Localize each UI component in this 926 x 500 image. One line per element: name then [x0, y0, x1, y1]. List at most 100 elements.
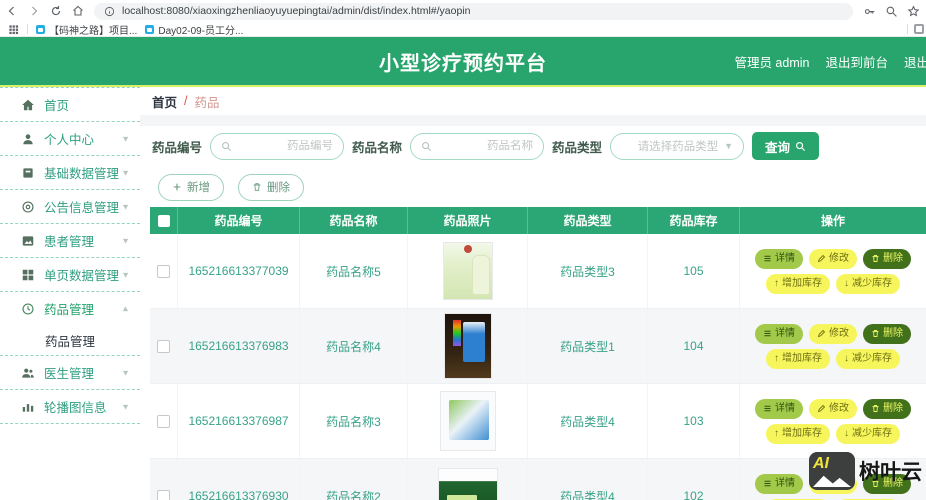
row-checkbox[interactable] — [157, 339, 170, 353]
row-checkbox[interactable] — [157, 489, 170, 500]
row-delete-button[interactable]: 删除 — [863, 398, 911, 419]
product-photo[interactable] — [443, 313, 492, 379]
cell-medicine-id: 165216613376983 — [178, 309, 300, 383]
sidebar-subitem-medicine-management[interactable]: 药品管理 — [0, 325, 140, 355]
row-delete-button[interactable]: 删除 — [863, 323, 911, 344]
watermark-ai-text: AI — [813, 455, 829, 472]
col-header-ops: 操作 — [820, 214, 845, 228]
sidebar-subitem-label: 药品管理 — [45, 334, 96, 349]
edit-button[interactable]: 修改 — [809, 398, 857, 419]
sidebar-item-announcements[interactable]: 公告信息管理 ▼ — [0, 190, 140, 223]
mountain-shape — [813, 475, 851, 487]
url-bar[interactable]: localhost:8080/xiaoxingzhenliaoyuyueping… — [94, 2, 853, 20]
breadcrumb-home[interactable]: 首页 — [152, 92, 177, 111]
sidebar-item-carousel-info[interactable]: 轮播图信息 ▼ — [0, 390, 140, 423]
reduce-stock-label: 减少库存 — [852, 427, 892, 439]
pencil-icon — [817, 404, 826, 413]
reduce-stock-button[interactable]: ↓减少库存 — [836, 423, 900, 444]
add-stock-button[interactable]: ↑增加库存 — [766, 273, 830, 294]
detail-button[interactable]: 详情 — [755, 323, 803, 344]
table-header-row: 药品编号 药品名称 药品照片 药品类型 药品库存 操作 — [150, 207, 926, 234]
table-row: 165216613376983 药品名称4 药品类型1 104 详情 修改 删除… — [150, 309, 926, 384]
trash-icon — [872, 255, 879, 262]
sidebar-item-patients[interactable]: 患者管理 ▼ — [0, 224, 140, 257]
edit-button[interactable]: 修改 — [809, 248, 857, 269]
cell-medicine-name: 药品名称4 — [300, 309, 408, 383]
sidebar-item-medicine-management[interactable]: 药品管理 ▼ — [0, 292, 140, 325]
edit-label: 修改 — [829, 252, 849, 264]
chevron-down-icon: ▼ — [121, 134, 130, 143]
sidebar-item-label: 单页数据管理 — [44, 269, 120, 283]
bookmark-star-icon[interactable] — [907, 4, 920, 18]
query-button[interactable]: 查询 — [752, 132, 820, 160]
zoom-icon[interactable] — [885, 5, 898, 18]
cell-medicine-type: 药品类型4 — [528, 459, 648, 500]
medicine-id-input[interactable] — [232, 140, 334, 152]
add-stock-button[interactable]: ↑增加库存 — [766, 423, 830, 444]
edit-label: 修改 — [829, 402, 849, 414]
cell-medicine-stock: 104 — [648, 309, 740, 383]
detail-button[interactable]: 详情 — [755, 398, 803, 419]
arrow-up-icon: ↑ — [774, 352, 779, 364]
refresh-icon[interactable] — [50, 5, 62, 17]
cell-medicine-id: 165216613376930 — [178, 459, 300, 500]
cell-actions: 详情 修改 删除 ↑增加库存 ↓减少库存 — [740, 309, 926, 383]
row-delete-button[interactable]: 删除 — [863, 248, 911, 269]
side-panel-icon[interactable] — [914, 24, 924, 34]
home-icon[interactable] — [72, 5, 84, 17]
medicine-type-label: 药品类型 — [552, 140, 603, 155]
chevron-down-icon: ▼ — [121, 236, 130, 245]
sidebar-item-label: 轮播图信息 — [44, 401, 107, 415]
password-key-icon[interactable] — [863, 5, 876, 18]
product-photo[interactable] — [439, 391, 496, 451]
cell-medicine-type: 药品类型4 — [528, 384, 648, 458]
sidebar-item-base-data[interactable]: 基础数据管理 ▼ — [0, 156, 140, 189]
select-all-checkbox[interactable] — [157, 214, 170, 227]
detail-label: 详情 — [775, 327, 795, 339]
logout-link[interactable]: 退出登录 — [904, 52, 926, 71]
divider — [0, 223, 140, 224]
bookmark-item[interactable]: 【码神之路】项目... — [36, 22, 137, 37]
medicine-type-select[interactable]: 请选择药品类型 ▼ — [610, 132, 745, 160]
detail-button[interactable]: 详情 — [755, 473, 803, 494]
medicine-name-input[interactable] — [432, 140, 534, 152]
sidebar-item-home[interactable]: 首页 — [0, 88, 140, 121]
info-icon[interactable] — [104, 6, 115, 17]
product-photo[interactable] — [442, 242, 493, 300]
reduce-stock-button[interactable]: ↓减少库存 — [836, 273, 900, 294]
medicine-id-input-wrap — [210, 132, 345, 160]
exit-to-front-link[interactable]: 退出到前台 — [825, 52, 888, 71]
list-icon — [764, 405, 771, 412]
admin-user-label[interactable]: 管理员 admin — [734, 52, 809, 71]
sidebar-item-personal-center[interactable]: 个人中心 ▼ — [0, 122, 140, 155]
edit-button[interactable]: 修改 — [809, 323, 857, 344]
col-header-id: 药品编号 — [178, 207, 300, 234]
product-photo[interactable] — [437, 468, 498, 500]
add-button[interactable]: 新增 — [158, 173, 224, 201]
detail-button[interactable]: 详情 — [755, 248, 803, 269]
detail-label: 详情 — [775, 477, 795, 489]
row-delete-label: 删除 — [883, 252, 903, 264]
sidebar-item-doctor-management[interactable]: 医生管理 ▼ — [0, 356, 140, 389]
add-stock-button[interactable]: ↑增加库存 — [766, 348, 830, 369]
arrow-down-icon: ↓ — [844, 427, 849, 439]
message-circle-icon — [20, 199, 35, 214]
row-checkbox[interactable] — [157, 414, 170, 428]
forward-icon[interactable] — [28, 5, 40, 17]
row-checkbox[interactable] — [157, 264, 170, 278]
bookmark-item[interactable]: Day02-09-员工分... — [145, 22, 243, 37]
col-header-type: 药品类型 — [528, 207, 648, 234]
arrow-up-icon: ↑ — [774, 277, 779, 289]
trash-icon — [253, 183, 261, 191]
divider — [0, 257, 140, 258]
apps-grid-icon[interactable] — [8, 24, 19, 35]
arrow-down-icon: ↓ — [844, 277, 849, 289]
screenshot-root: localhost:8080/xiaoxingzhenliaoyuyueping… — [0, 0, 926, 500]
delete-button[interactable]: 删除 — [238, 173, 304, 201]
reduce-stock-button[interactable]: ↓减少库存 — [836, 348, 900, 369]
cell-medicine-stock: 105 — [648, 234, 740, 308]
row-delete-label: 删除 — [883, 327, 903, 339]
sidebar-item-single-page-data[interactable]: 单页数据管理 ▼ — [0, 258, 140, 291]
watermark-logo-icon: AI — [809, 452, 855, 490]
back-icon[interactable] — [6, 5, 18, 17]
